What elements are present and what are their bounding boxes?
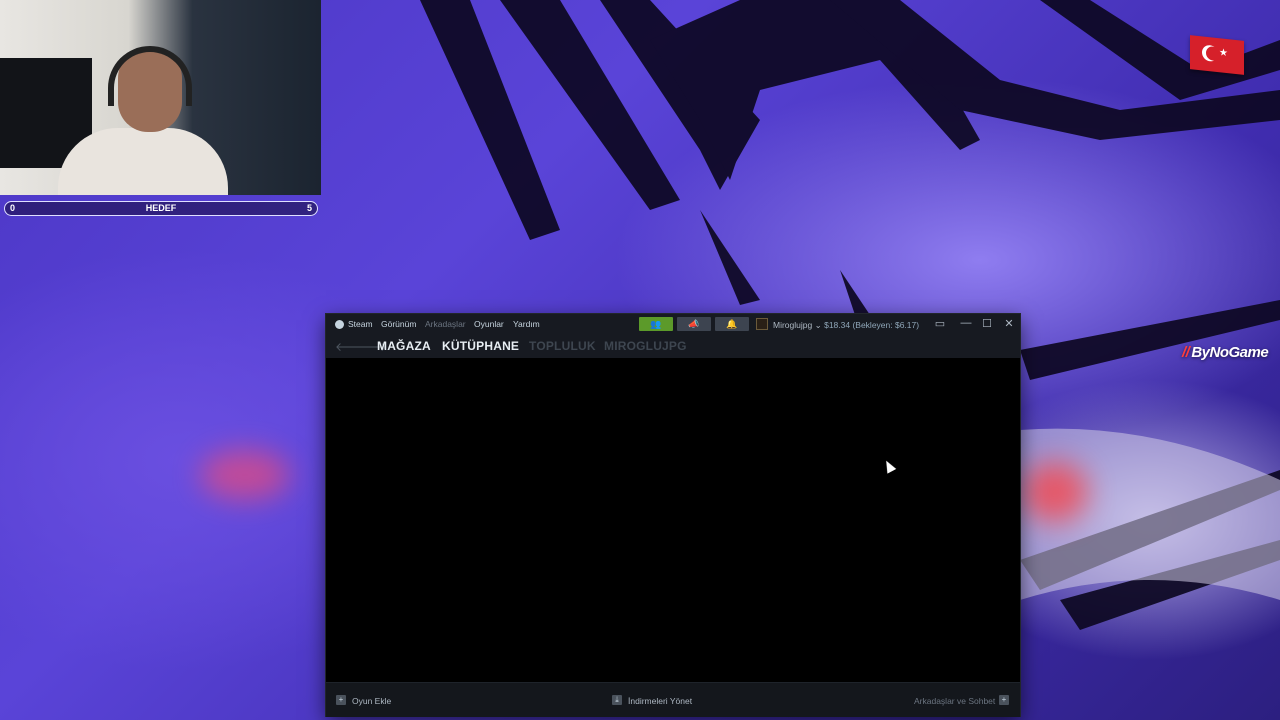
big-picture-icon[interactable]: ▭ [932, 317, 948, 330]
goal-bar: 0 HEDEF 5 [4, 201, 318, 216]
add-game-button[interactable]: Oyun Ekle [352, 696, 391, 706]
chat-icon: + [999, 695, 1009, 705]
brand-logo: //ByNoGame [1182, 344, 1269, 361]
minimize-button[interactable]: — [958, 317, 974, 329]
menu-help[interactable]: Yardım [513, 319, 540, 329]
webcam-feed [0, 0, 321, 195]
footer-bar: + Oyun Ekle ⤓ İndirmeleri Yönet Arkadaşl… [326, 682, 1020, 717]
headset [108, 46, 192, 106]
chevron-down-icon: ⌄ [814, 320, 822, 330]
friends-icon: 👥 [650, 319, 662, 329]
notifications-button[interactable]: 🔔 [715, 317, 749, 331]
steam-window[interactable]: Steam Görünüm Arkadaşlar Oyunlar Yardım … [326, 314, 1020, 717]
menu-view[interactable]: Görünüm [381, 319, 416, 329]
account-name: Miroglujpg [773, 320, 813, 330]
steam-logo-icon [335, 320, 344, 329]
title-bar[interactable]: Steam Görünüm Arkadaşlar Oyunlar Yardım … [326, 314, 1020, 336]
streamer-body [58, 128, 228, 195]
friends-chat-button[interactable]: Arkadaşlar ve Sohbet [914, 696, 995, 706]
megaphone-icon: 📣 [688, 319, 700, 329]
avatar[interactable] [756, 318, 768, 330]
nav-bar: 🡐 🡒 MAĞAZA KÜTÜPHANE TOPLULUK MIROGLUJPG [326, 336, 1020, 358]
tab-library[interactable]: KÜTÜPHANE [442, 339, 519, 353]
menu-steam[interactable]: Steam [348, 319, 373, 329]
friends-button[interactable]: 👥 [639, 317, 673, 331]
close-button[interactable]: ✕ [1001, 317, 1017, 330]
maximize-button[interactable]: ☐ [979, 317, 995, 330]
turkey-flag-icon: ★ [1190, 35, 1244, 75]
tab-community[interactable]: TOPLULUK [529, 339, 596, 353]
goal-label: HEDEF [145, 203, 177, 213]
announcements-button[interactable]: 📣 [677, 317, 711, 331]
goal-target: 5 [306, 203, 312, 213]
bell-icon: 🔔 [726, 319, 738, 329]
account-menu[interactable]: Miroglujpg ⌄ $18.34 (Bekleyen: $6.17) [773, 320, 919, 331]
menu-games[interactable]: Oyunlar [474, 319, 504, 329]
menu-friends[interactable]: Arkadaşlar [425, 319, 466, 329]
download-icon: ⤓ [612, 695, 622, 705]
tab-store[interactable]: MAĞAZA [377, 339, 431, 353]
wallet-balance: $18.34 (Bekleyen: $6.17) [824, 320, 920, 330]
main-content [326, 358, 1020, 682]
add-icon: + [336, 695, 346, 705]
manage-downloads-button[interactable]: İndirmeleri Yönet [628, 696, 692, 706]
tab-profile[interactable]: MIROGLUJPG [604, 339, 687, 353]
